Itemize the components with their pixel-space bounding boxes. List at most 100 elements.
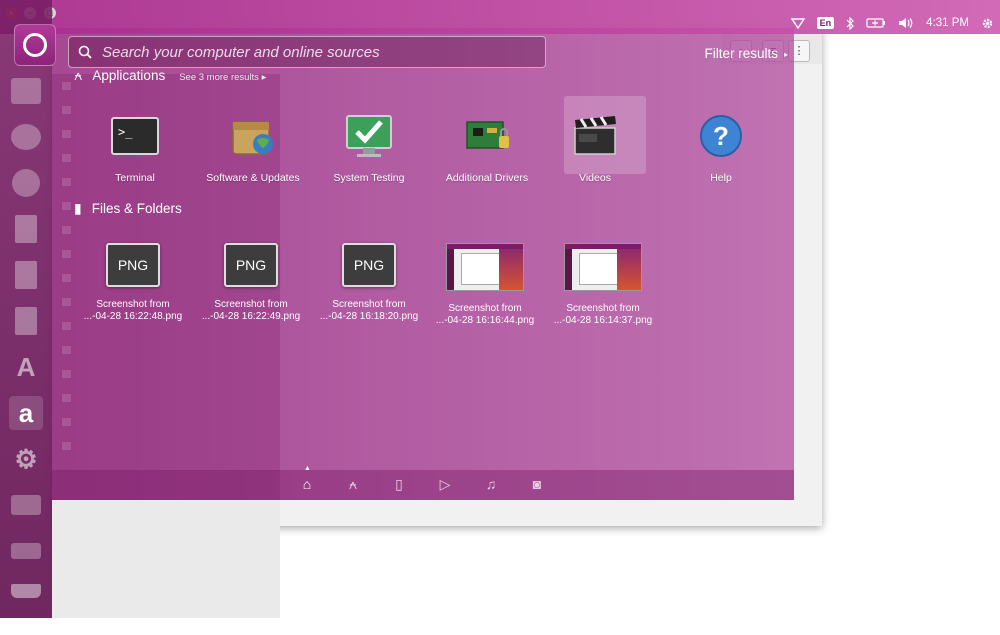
writer-launcher-icon[interactable] — [7, 210, 45, 248]
browser-launcher-icon[interactable] — [7, 118, 45, 156]
thumb-side — [447, 249, 454, 290]
file-label-line2: ...-04-28 16:14:37.png — [553, 315, 653, 326]
files-launcher-icon[interactable] — [7, 72, 45, 110]
file-label-line1: Screenshot from — [96, 299, 170, 310]
workspace-glyph — [11, 495, 41, 515]
gear-icon[interactable] — [981, 17, 994, 30]
png-file-icon: PNG — [224, 243, 278, 287]
software-center-launcher-icon[interactable]: A — [7, 348, 45, 386]
music-lens-icon[interactable]: ♫ — [482, 475, 500, 493]
app-tile-videos[interactable]: Videos — [536, 92, 654, 204]
files-results: PNG Screenshot from ...-04-28 16:22:48.p… — [52, 233, 794, 363]
file-label-line1: Screenshot from — [214, 299, 288, 310]
software-updates-icon — [227, 110, 279, 162]
ubuntu-dash-button[interactable] — [14, 24, 56, 66]
app-tile-system-testing[interactable]: System Testing — [310, 92, 428, 204]
launcher: A a ⚙ — [0, 0, 56, 618]
app-label: Help — [710, 172, 732, 184]
file-tile[interactable]: PNG Screenshot from ...-04-28 16:22:48.p… — [74, 233, 192, 323]
files-folders-header: ▮ Files & Folders — [74, 200, 182, 217]
bluetooth-icon[interactable] — [846, 16, 855, 30]
chevron-right-icon: ▸ — [783, 49, 788, 59]
screenshot-thumbnail — [446, 243, 524, 291]
calc-launcher-icon[interactable] — [7, 256, 45, 294]
network-icon[interactable] — [790, 17, 805, 29]
file-label-line2: ...-04-28 16:22:48.png — [83, 311, 183, 322]
file-label-line1: Screenshot from — [332, 299, 406, 310]
ghost-row — [52, 410, 280, 434]
videos-icon — [569, 110, 621, 162]
search-icon — [78, 45, 92, 59]
filter-results-label: Filter results — [704, 46, 778, 61]
file-category-icon: ▮ — [74, 200, 82, 216]
ghost-row — [52, 362, 280, 386]
filter-results-button[interactable]: Filter results ▸ — [704, 46, 788, 61]
thumb-gradient — [617, 249, 641, 290]
applications-header: ⍲ Applications See 3 more results ▸ — [74, 67, 266, 84]
workspace-switcher-icon[interactable] — [7, 486, 45, 524]
panel-indicators: En 4:31 PM — [790, 14, 994, 32]
trash-glyph — [11, 584, 41, 598]
chevron-right-icon: ▸ — [261, 72, 267, 83]
file-tile[interactable]: PNG Screenshot from ...-04-28 16:22:49.p… — [192, 233, 310, 323]
file-label-line2: ...-04-28 16:16:44.png — [435, 315, 535, 326]
section-title: Files & Folders — [91, 201, 182, 216]
settings-glyph: ⚙ — [14, 443, 38, 474]
battery-icon[interactable] — [866, 18, 886, 28]
file-tile[interactable]: Screenshot from ...-04-28 16:14:37.png — [544, 233, 662, 327]
thumb-gradient — [499, 249, 523, 290]
dash-overlay: Filter results ▸ ⍲ Applications See 3 mor… — [52, 28, 794, 500]
thumb-side — [565, 249, 572, 290]
amazon-glyph: a — [9, 396, 43, 430]
file-label-line1: Screenshot from — [566, 303, 640, 314]
firefox-launcher-icon[interactable] — [7, 164, 45, 202]
system-testing-icon — [343, 110, 395, 162]
keyboard-layout-indicator[interactable]: En — [816, 17, 835, 29]
photo-lens-icon[interactable]: ◙ — [528, 475, 546, 493]
files-lens-icon[interactable]: ▯ — [390, 475, 408, 493]
drive-glyph — [11, 543, 41, 559]
screenshot-thumbnail — [564, 243, 642, 291]
search-input[interactable] — [100, 42, 545, 62]
trash-icon[interactable] — [7, 572, 45, 610]
app-tile-additional-drivers[interactable]: Additional Drivers — [428, 92, 546, 204]
system-settings-launcher-icon[interactable]: ⚙ — [7, 440, 45, 478]
app-label: System Testing — [333, 172, 405, 184]
section-title: Applications — [92, 68, 166, 83]
app-tile-terminal[interactable]: >_ Terminal — [76, 92, 194, 204]
app-tile-software-updates[interactable]: Software & Updates — [194, 92, 312, 204]
app-label: Terminal — [115, 172, 155, 184]
video-lens-icon[interactable]: ▷ — [436, 475, 454, 493]
volume-icon[interactable] — [898, 17, 914, 29]
home-lens-icon[interactable]: ⌂ — [298, 475, 316, 493]
clock[interactable]: 4:31 PM — [926, 17, 969, 29]
applications-lens-icon[interactable]: ⍲ — [344, 475, 362, 493]
app-tile-help[interactable]: ? Help — [662, 92, 780, 204]
see-more-label: See 3 more results — [179, 72, 259, 83]
writer-glyph — [15, 215, 37, 243]
thumb-window — [461, 253, 503, 285]
file-tile[interactable]: PNG Screenshot from ...-04-28 16:18:20.p… — [310, 233, 428, 323]
svg-text:>_: >_ — [118, 125, 133, 139]
file-tile[interactable]: Screenshot from ...-04-28 16:16:44.png — [426, 233, 544, 327]
drive-launcher-icon[interactable] — [7, 532, 45, 570]
png-file-icon: PNG — [342, 243, 396, 287]
background-window-lower — [52, 500, 280, 618]
ghost-row — [52, 386, 280, 410]
top-panel: × − □ En 4:31 PM — [0, 0, 1000, 34]
file-label-line2: ...-04-28 16:18:20.png — [319, 311, 419, 322]
app-label: Software & Updates — [206, 172, 300, 184]
see-more-results-link[interactable]: See 3 more results ▸ — [179, 72, 266, 83]
files-glyph — [11, 78, 41, 104]
file-label-line2: ...-04-28 16:22:49.png — [201, 311, 301, 322]
impress-launcher-icon[interactable] — [7, 302, 45, 340]
applications-results: >_ Terminal Software & Updates System Te… — [52, 92, 794, 212]
calc-glyph — [15, 261, 37, 289]
dash-search-box[interactable] — [68, 36, 546, 68]
ghost-row — [52, 434, 280, 458]
terminal-icon: >_ — [109, 110, 161, 162]
amazon-launcher-icon[interactable]: a — [7, 394, 45, 432]
impress-glyph — [15, 307, 37, 335]
firefox-glyph — [12, 169, 40, 197]
browser-glyph — [11, 124, 41, 150]
